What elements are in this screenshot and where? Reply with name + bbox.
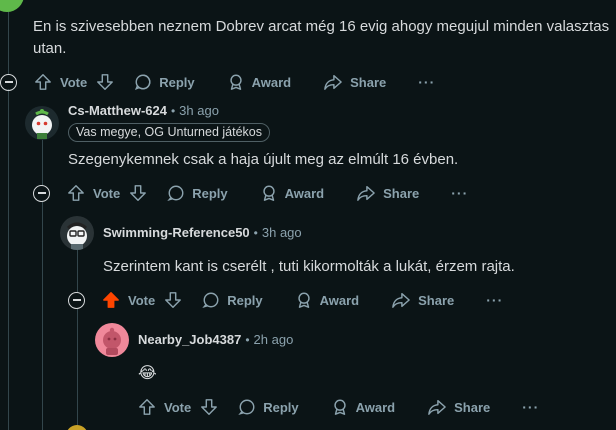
collapse-button[interactable] (33, 184, 50, 202)
more-options-button[interactable]: ··· (418, 74, 435, 90)
reply-button[interactable]: Reply (167, 184, 228, 202)
avatar[interactable] (95, 323, 129, 357)
reply-label: Reply (227, 292, 263, 308)
user-flair: Vas megye, OG Unturned játékos (68, 123, 270, 142)
share-button[interactable]: Share (323, 73, 386, 91)
upvote-icon[interactable] (102, 291, 120, 309)
reply-icon (238, 398, 263, 416)
vote-label: Vote (128, 292, 156, 308)
comment-actions: Vote Reply Award Share ··· (138, 391, 571, 423)
separator: • (253, 225, 258, 240)
vote-controls: Vote (102, 291, 182, 309)
award-button[interactable]: Award (295, 291, 360, 309)
comment-body: 😂 (138, 365, 157, 382)
upvote-icon[interactable] (67, 184, 85, 202)
vote-label: Vote (60, 74, 88, 90)
more-label: ··· (522, 399, 540, 415)
vote-controls: Vote (67, 184, 147, 202)
share-button[interactable]: Share (391, 291, 454, 309)
more-options-button[interactable]: ··· (486, 292, 503, 308)
award-button[interactable]: Award (260, 184, 325, 202)
collapse-button[interactable] (68, 291, 85, 309)
reply-icon (202, 291, 227, 309)
collapse-button[interactable] (0, 73, 17, 91)
comment-meta: Nearby_Job4387 • 2h ago (138, 332, 293, 347)
award-label: Award (251, 74, 292, 90)
share-label: Share (350, 74, 387, 90)
comment-body: Szerintem kant is cserélt , tuti kikormo… (103, 258, 515, 275)
downvote-icon[interactable] (200, 398, 218, 416)
reply-button[interactable]: Reply (238, 398, 299, 416)
thread-line[interactable] (42, 202, 43, 430)
vote-label: Vote (93, 185, 121, 201)
comment-meta: Cs-Matthew-624 • 3h ago (68, 103, 219, 118)
award-label: Award (284, 185, 325, 201)
share-icon (356, 184, 383, 202)
award-label: Award (355, 399, 396, 415)
reply-label: Reply (192, 185, 228, 201)
award-button[interactable]: Award (331, 398, 396, 416)
comment-thread: En is szivesebben neznem Dobrev arcat mé… (0, 0, 616, 430)
vote-controls: Vote (34, 73, 114, 91)
reply-label: Reply (263, 399, 299, 415)
avatar[interactable] (0, 0, 24, 12)
avatar[interactable] (66, 425, 88, 430)
comment-actions: Vote Reply Award Share ··· (33, 177, 500, 209)
comment-body-line: En is szivesebben neznem Dobrev arcat mé… (33, 18, 610, 35)
award-icon (295, 291, 320, 309)
reply-button[interactable]: Reply (134, 73, 195, 91)
downvote-icon[interactable] (164, 291, 182, 309)
more-label: ··· (486, 292, 504, 308)
vote-controls: Vote (138, 398, 218, 416)
more-label: ··· (451, 185, 469, 201)
reply-icon (167, 184, 192, 202)
comment-actions: Vote Reply Award Share ··· (68, 284, 535, 316)
award-icon (331, 398, 356, 416)
avatar[interactable] (25, 106, 59, 140)
separator: • (170, 103, 176, 118)
comment-body: En is szivesebben neznem Dobrev arcat mé… (33, 16, 609, 60)
reply-icon (134, 73, 159, 91)
comment-meta: Swimming-Reference50 • 3h ago (103, 225, 302, 240)
reply-label: Reply (159, 74, 195, 90)
comment-body-line: utan. (33, 40, 67, 57)
reply-button[interactable]: Reply (202, 291, 263, 309)
share-button[interactable]: Share (427, 398, 490, 416)
timestamp[interactable]: 3h ago (179, 103, 219, 118)
username[interactable]: Swimming-Reference50 (103, 225, 250, 240)
share-icon (323, 73, 350, 91)
award-label: Award (319, 292, 360, 308)
share-icon (427, 398, 454, 416)
share-label: Share (418, 292, 455, 308)
vote-label: Vote (164, 399, 192, 415)
upvote-icon[interactable] (34, 73, 52, 91)
award-icon (227, 73, 252, 91)
separator: • (245, 332, 250, 347)
thread-line[interactable] (8, 89, 9, 430)
more-label: ··· (418, 74, 436, 90)
username[interactable]: Nearby_Job4387 (138, 332, 241, 347)
thread-line[interactable] (77, 309, 78, 430)
share-button[interactable]: Share (356, 184, 419, 202)
share-label: Share (454, 399, 491, 415)
downvote-icon[interactable] (96, 73, 114, 91)
more-options-button[interactable]: ··· (522, 399, 539, 415)
share-label: Share (383, 185, 420, 201)
avatar[interactable] (60, 216, 94, 250)
award-icon (260, 184, 285, 202)
downvote-icon[interactable] (129, 184, 147, 202)
timestamp[interactable]: 3h ago (262, 225, 302, 240)
upvote-icon[interactable] (138, 398, 156, 416)
username[interactable]: Cs-Matthew-624 (68, 103, 167, 118)
share-icon (391, 291, 418, 309)
award-button[interactable]: Award (227, 73, 292, 91)
comment-actions: Vote Reply Award Share ··· (0, 66, 467, 98)
comment-body: Szegenykemnek csak a haja újult meg az e… (68, 151, 459, 168)
timestamp[interactable]: 2h ago (254, 332, 294, 347)
more-options-button[interactable]: ··· (451, 185, 468, 201)
